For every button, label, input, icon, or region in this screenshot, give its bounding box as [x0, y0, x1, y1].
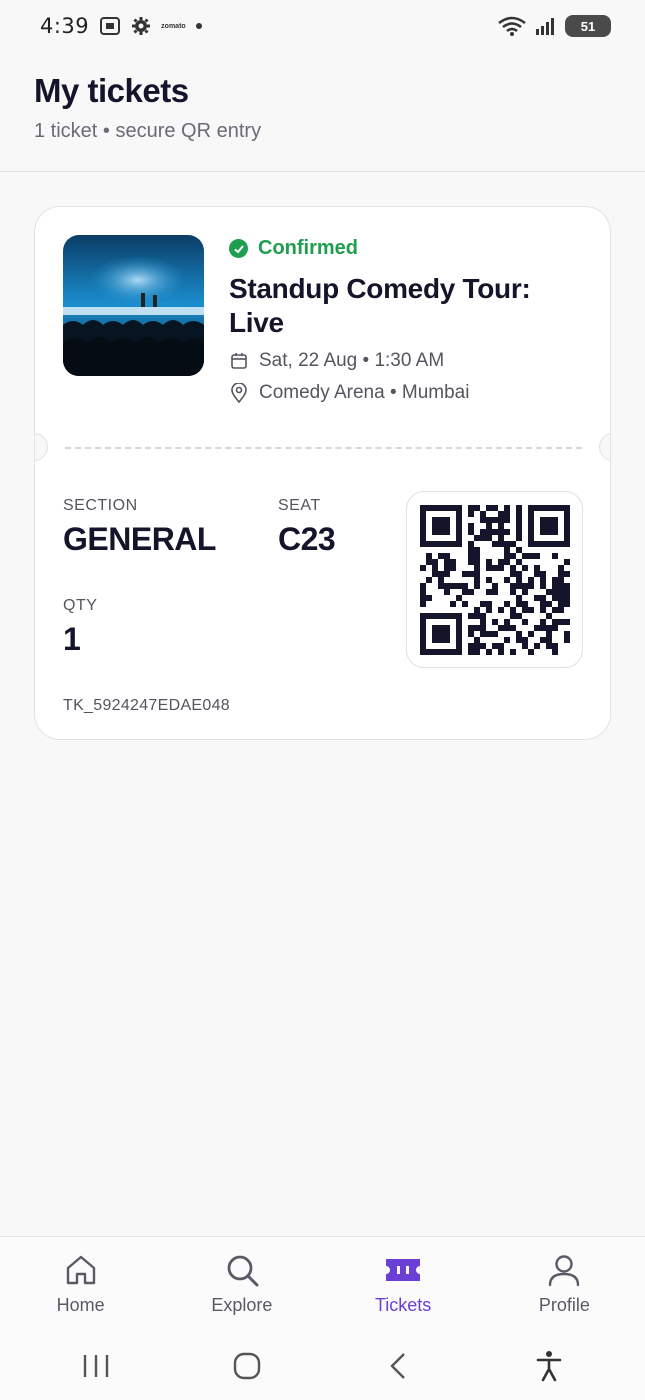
status-label: Confirmed — [258, 237, 358, 259]
section-field: SECTION GENERAL — [63, 497, 216, 558]
battery-indicator: 51 — [565, 15, 611, 37]
nav-tickets[interactable]: Tickets — [323, 1237, 484, 1332]
location-pin-icon — [229, 383, 249, 403]
nav-explore-label: Explore — [211, 1295, 273, 1315]
event-venue: Comedy Arena • Mumbai — [259, 382, 470, 403]
qty-field: QTY 1 — [63, 597, 97, 658]
seat-label: SEAT — [278, 497, 321, 514]
status-bar: 4:39 zomato 51 — [0, 0, 645, 52]
accessibility-button[interactable] — [519, 1341, 579, 1391]
nav-tickets-label: Tickets — [374, 1295, 432, 1315]
nav-profile-label: Profile — [538, 1295, 590, 1315]
back-button[interactable] — [368, 1341, 428, 1391]
page-title: My tickets — [34, 72, 189, 109]
nav-home-label: Home — [56, 1295, 105, 1315]
ticket-status: Confirmed — [229, 237, 590, 260]
page-header: My tickets 1 ticket • secure QR entry — [0, 52, 645, 172]
system-nav — [0, 1332, 645, 1400]
seat-value: C23 — [278, 521, 336, 557]
wifi-icon — [497, 15, 527, 37]
bottom-nav: Home Explore Tickets Profile — [0, 1236, 645, 1332]
recent-apps-icon — [83, 1355, 108, 1377]
event-date-row: Sat, 22 Aug • 1:30 AM — [229, 350, 590, 372]
qty-label: QTY — [63, 597, 98, 614]
search-icon — [224, 1251, 260, 1289]
nav-profile[interactable]: Profile — [484, 1237, 645, 1332]
ticket-icon — [383, 1251, 423, 1289]
qty-value: 1 — [63, 621, 81, 657]
event-venue-row: Comedy Arena • Mumbai — [229, 382, 590, 404]
profile-icon — [546, 1251, 582, 1289]
ticket-bottom: SECTION GENERAL SEAT C23 QTY 1 TK_592424… — [35, 447, 610, 739]
notification-app-label: zomato — [161, 22, 186, 30]
seat-field: SEAT C23 — [278, 497, 336, 558]
recent-apps-button[interactable] — [66, 1341, 126, 1391]
back-chevron-icon — [390, 1353, 405, 1379]
event-info: Confirmed Standup Comedy Tour: Live Sat,… — [229, 237, 590, 404]
section-label: SECTION — [63, 497, 138, 514]
event-date: Sat, 22 Aug • 1:30 AM — [259, 350, 445, 371]
event-title: Standup Comedy Tour: Live — [229, 273, 531, 338]
status-time: 4:39 — [40, 14, 90, 38]
ticket-id: TK_5924247EDAE048 — [63, 697, 230, 714]
home-icon — [63, 1251, 99, 1289]
status-right: 51 — [497, 15, 611, 37]
check-circle-icon — [229, 239, 248, 258]
calendar-icon — [229, 352, 249, 370]
status-left: 4:39 zomato — [40, 14, 202, 38]
screenshot-icon — [99, 16, 121, 36]
event-image — [63, 235, 204, 376]
qr-code-icon — [419, 504, 570, 655]
qr-code[interactable] — [406, 491, 583, 668]
signal-icon — [535, 16, 557, 36]
accessibility-icon — [537, 1351, 562, 1382]
home-circle-icon — [233, 1352, 261, 1380]
ticket-card[interactable]: Confirmed Standup Comedy Tour: Live Sat,… — [34, 206, 611, 740]
page-subtitle: 1 ticket • secure QR entry — [34, 120, 262, 142]
nav-explore[interactable]: Explore — [161, 1237, 322, 1332]
notification-dot — [195, 23, 202, 29]
section-value: GENERAL — [63, 521, 216, 557]
gear-icon — [131, 16, 151, 36]
nav-home[interactable]: Home — [0, 1237, 161, 1332]
home-system-button[interactable] — [217, 1341, 277, 1391]
ticket-top: Confirmed Standup Comedy Tour: Live Sat,… — [35, 207, 610, 447]
